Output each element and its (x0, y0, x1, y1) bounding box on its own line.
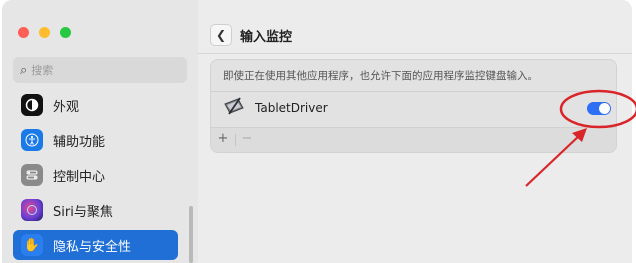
chevron-left-icon: ❮ (215, 28, 227, 42)
sidebar-item-label: 隐私与安全性 (53, 239, 132, 255)
sidebar-item-label: 外观 (53, 99, 80, 115)
app-permission-toggle[interactable] (587, 102, 611, 115)
list-item[interactable]: TabletDriver (211, 92, 616, 126)
add-button[interactable]: + (215, 131, 231, 146)
tablet-driver-app-icon (223, 95, 245, 117)
sidebar-scrollbar[interactable] (189, 206, 193, 263)
main-pane: ❮ 输入监控 即使正在使用其他应用程序，也允许下面的应用程序监控键盘输入。 Ta… (198, 0, 632, 263)
sidebar-item-appearance[interactable]: 外观 (13, 90, 178, 120)
remove-button[interactable]: − (239, 131, 255, 146)
search-input[interactable]: ⌕ 搜索 (13, 57, 187, 83)
sidebar-item-label: 辅助功能 (53, 134, 106, 150)
panel-description: 即使正在使用其他应用程序，也允许下面的应用程序监控键盘输入。 (223, 70, 538, 82)
input-monitoring-panel: 即使正在使用其他应用程序，也允许下面的应用程序监控键盘输入。 TabletDri… (210, 59, 617, 153)
window-controls (18, 27, 71, 38)
sidebar: ⌕ 搜索 外观 辅助功能 控制中心 Siri与聚焦 ✋ 隐私与安全性 (2, 0, 198, 263)
sidebar-nav: 外观 辅助功能 控制中心 Siri与聚焦 ✋ 隐私与安全性 (13, 90, 178, 263)
sidebar-item-siri[interactable]: Siri与聚焦 (13, 195, 178, 225)
toolbar-divider (235, 134, 236, 146)
appearance-icon (21, 94, 43, 116)
close-window-button[interactable] (18, 27, 29, 38)
page-title: 输入监控 (240, 30, 293, 45)
accessibility-icon (21, 129, 43, 151)
search-placeholder: 搜索 (31, 64, 54, 77)
search-icon: ⌕ (20, 62, 28, 78)
sidebar-item-control-center[interactable]: 控制中心 (13, 160, 178, 190)
sidebar-item-accessibility[interactable]: 辅助功能 (13, 125, 178, 155)
settings-window: ⌕ 搜索 外观 辅助功能 控制中心 Siri与聚焦 ✋ 隐私与安全性 ❮ 输入监… (2, 0, 632, 263)
header-divider (198, 53, 632, 54)
back-button[interactable]: ❮ (210, 24, 232, 46)
app-name: TabletDriver (255, 101, 328, 115)
minimize-window-button[interactable] (39, 27, 50, 38)
sidebar-item-label: Siri与聚焦 (53, 204, 113, 220)
control-center-icon (21, 164, 43, 186)
zoom-window-button[interactable] (60, 27, 71, 38)
privacy-hand-icon: ✋ (21, 234, 43, 256)
sidebar-item-label: 控制中心 (53, 169, 106, 185)
siri-icon (21, 199, 43, 221)
toggle-knob (599, 103, 610, 114)
sidebar-item-privacy-security[interactable]: ✋ 隐私与安全性 (13, 230, 178, 260)
list-toolbar: + − (211, 127, 616, 152)
